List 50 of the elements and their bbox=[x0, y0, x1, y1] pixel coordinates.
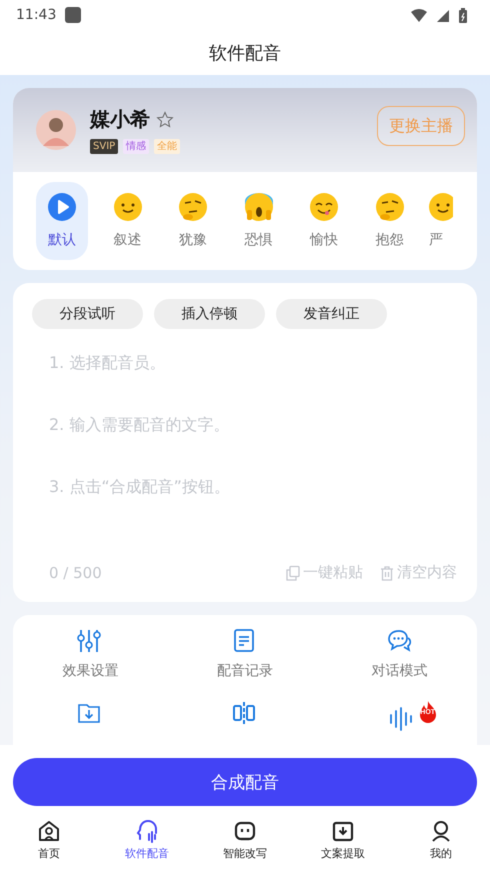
text-editor-field[interactable]: 分段试听 插入停顿 发音纠正 1. 选择配音员。 2. 输入需要配音的文字。 3. 点击“合成配音”按钮。 0 / 500 一键粘贴 清空内容 bbox=[13, 283, 477, 602]
nav-tab[interactable]: 文案提取 bbox=[294, 815, 392, 871]
happy-face-icon bbox=[310, 193, 338, 221]
emotion-tab[interactable]: 犹豫 bbox=[167, 182, 219, 260]
emotion-tab[interactable]: 恐惧 bbox=[232, 182, 284, 260]
star-icon[interactable] bbox=[156, 111, 174, 128]
emotion-tab[interactable]: 愉快 bbox=[298, 182, 350, 260]
tool-item[interactable]: 效果设置 bbox=[13, 628, 168, 680]
page-title: 软件配音 bbox=[209, 42, 281, 64]
smiley-icon bbox=[429, 193, 453, 221]
sound-wave-icon bbox=[388, 706, 414, 732]
smiley-icon bbox=[114, 193, 142, 221]
tag: SVIP bbox=[90, 139, 118, 154]
tool-item[interactable]: 配音记录 bbox=[168, 628, 322, 680]
sliders-icon bbox=[77, 628, 104, 654]
trash-icon bbox=[379, 564, 395, 580]
head-sound-icon bbox=[135, 819, 159, 843]
tag: 全能 bbox=[154, 139, 180, 154]
emotion-tab[interactable]: 抱怨 bbox=[364, 182, 416, 260]
screaming-face-icon bbox=[244, 193, 272, 221]
tool-item[interactable]: 对话模式 bbox=[322, 628, 477, 680]
clock-time: 11:43 bbox=[16, 7, 56, 23]
emotion-tab[interactable]: 默认 bbox=[36, 182, 88, 260]
split-icon bbox=[232, 700, 258, 726]
robot-icon bbox=[233, 819, 257, 843]
synthesize-button[interactable]: 合成配音 bbox=[13, 758, 477, 806]
nav-tab[interactable]: 首页 bbox=[0, 815, 98, 871]
wifi-icon bbox=[410, 8, 428, 22]
tool-chip[interactable]: 分段试听 bbox=[32, 299, 143, 329]
nav-tab[interactable]: 我的 bbox=[392, 815, 490, 871]
thinking-face-icon bbox=[376, 193, 404, 221]
emotion-tab[interactable]: 严 bbox=[429, 182, 453, 260]
copy-icon bbox=[285, 564, 301, 580]
notification-icon bbox=[64, 6, 82, 24]
battery-icon bbox=[458, 8, 468, 22]
download-tray-icon bbox=[331, 819, 355, 843]
signal-icon bbox=[436, 8, 450, 22]
tool-chip[interactable]: 发音纠正 bbox=[276, 299, 387, 329]
thinking-face-icon bbox=[179, 193, 207, 221]
character-count: 0 / 500 bbox=[49, 564, 102, 582]
nav-tab[interactable]: 软件配音 bbox=[98, 815, 196, 871]
nav-tab[interactable]: 智能改写 bbox=[196, 815, 294, 871]
play-icon bbox=[48, 193, 76, 221]
emotion-tab[interactable]: 叙述 bbox=[102, 182, 154, 260]
home-icon bbox=[37, 819, 61, 843]
tool-chip[interactable]: 插入停顿 bbox=[154, 299, 265, 329]
voice-name: 媒小希 bbox=[90, 106, 150, 133]
tag: 情感 bbox=[123, 139, 150, 154]
avatar bbox=[36, 110, 76, 150]
chat-bubbles-icon bbox=[386, 628, 413, 654]
